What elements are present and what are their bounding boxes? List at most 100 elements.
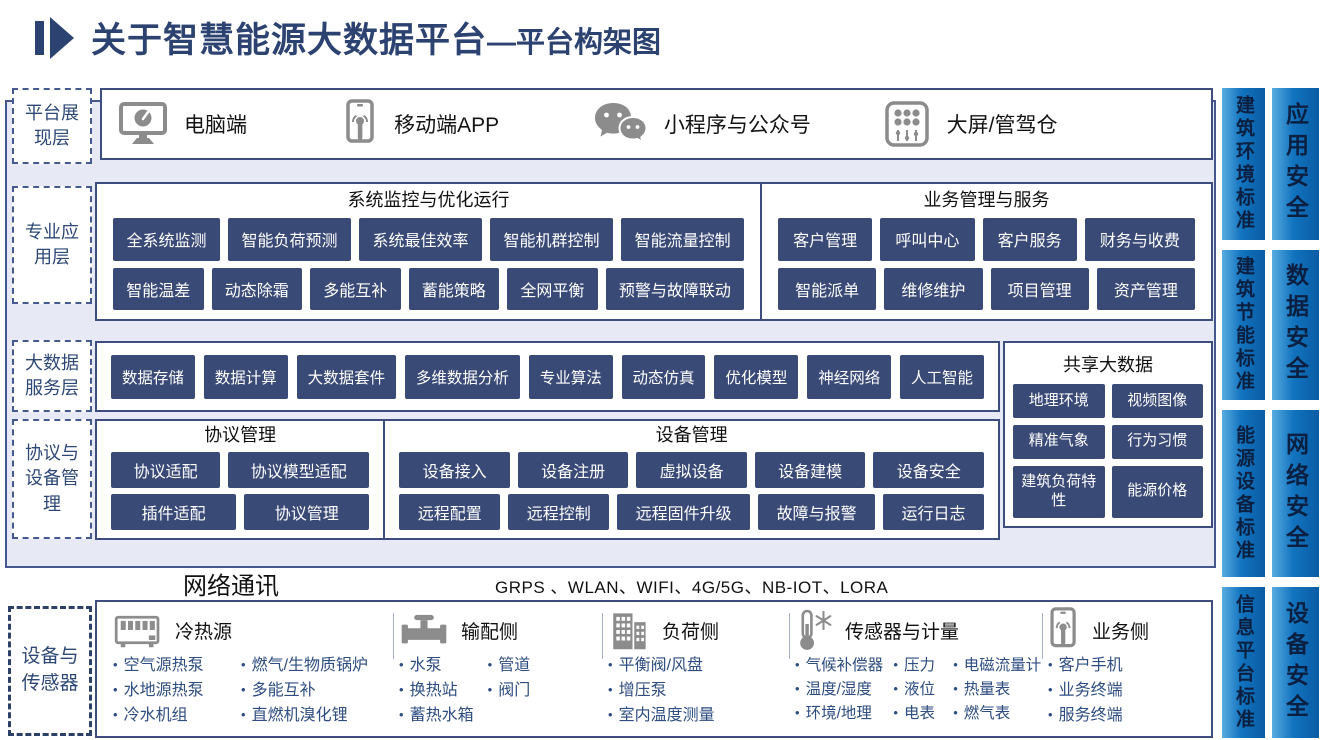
- app-button: 呼叫中心: [880, 218, 974, 261]
- device-item: 气候补偿器: [795, 654, 891, 678]
- device-item: 蓄热水箱: [399, 704, 486, 729]
- device-column-title: 负荷侧: [662, 617, 719, 644]
- device-item: 冷水机组: [113, 704, 239, 729]
- presentation-item-label: 小程序与公众号: [664, 109, 811, 139]
- protocol-row: 协议管理 协议适配 协议模型适配 插件适配 协议管理 设备管理 设备接入 设备注…: [95, 419, 1000, 540]
- shared-bigdata-button: 地理环境: [1013, 384, 1105, 418]
- presentation-item-label: 移动端APP: [394, 109, 499, 139]
- device-item: 燃气/生物质锅炉: [241, 654, 389, 679]
- network-protocols: GRPS 、WLAN、WIFI、4G/5G、NB-IOT、LORA: [495, 573, 888, 598]
- device-column-heat-source: 冷热源 空气源热泵 燃气/生物质锅炉 水地源热泵 多能互补 冷水机组 直燃机溴化…: [107, 607, 393, 732]
- slide-canvas: 关于智慧能源大数据平台—平台构架图 平台展现层 专业应用层 大数据服务层 协议与…: [0, 0, 1321, 740]
- terminal-icon: [1048, 607, 1080, 653]
- device-item: 环境/地理: [795, 702, 891, 726]
- security-bar: 网络安全: [1272, 410, 1319, 577]
- app-button: 全系统监测: [113, 218, 220, 261]
- app-button: 智能机群控制: [490, 218, 613, 261]
- shared-bigdata-title: 共享大数据: [1013, 347, 1203, 384]
- building-icon: [608, 609, 650, 651]
- shared-bigdata-box: 共享大数据 地理环境 视频图像 精准气象 行为习惯 建筑负荷特性 能源价格: [1003, 341, 1213, 528]
- presentation-item-label: 大屏/管驾仓: [947, 109, 1058, 139]
- bigdata-button: 数据存储: [111, 355, 195, 399]
- security-bar: 应用安全: [1272, 88, 1319, 240]
- wechat-icon: [592, 101, 648, 147]
- heat-source-icon: [113, 610, 163, 650]
- device-item: 服务终端: [1048, 704, 1201, 729]
- device-mgmt-button: 设备注册: [518, 452, 629, 488]
- device-mgmt-button: 远程配置: [399, 494, 500, 530]
- bigdata-row: 数据存储 数据计算 大数据套件 多维数据分析 专业算法 动态仿真 优化模型 神经…: [95, 341, 1000, 412]
- app-button: 多能互补: [310, 268, 401, 311]
- group-protocol-management: 协议管理 协议适配 协议模型适配 插件适配 协议管理: [97, 421, 385, 538]
- group-device-management: 设备管理 设备接入 设备注册 虚拟设备 设备建模 设备安全 远程配置 远程控制 …: [385, 421, 998, 538]
- monitor-icon: [118, 101, 168, 147]
- device-column-title: 输配侧: [461, 617, 518, 644]
- app-button: 财务与收费: [1085, 218, 1195, 261]
- shared-bigdata-button: 能源价格: [1112, 466, 1204, 519]
- devices-row: 冷热源 空气源热泵 燃气/生物质锅炉 水地源热泵 多能互补 冷水机组 直燃机溴化…: [95, 600, 1213, 738]
- device-column-load-side: 负荷侧 平衡阀/风盘 增压泵 室内温度测量: [602, 607, 789, 732]
- group-title: 协议管理: [111, 424, 369, 446]
- standards-bar: 信息平台标准: [1222, 587, 1265, 738]
- layer-label-protocol: 协议与设备管理: [12, 419, 92, 539]
- app-button: 蓄能策略: [409, 268, 500, 311]
- bigdata-button: 数据计算: [204, 355, 288, 399]
- bigdata-button: 多维数据分析: [405, 355, 520, 399]
- network-title: 网络通讯: [183, 566, 279, 601]
- device-item: 电磁流量计: [953, 654, 1040, 678]
- valve-icon: [399, 612, 449, 648]
- device-item: 阀门: [488, 679, 598, 704]
- presentation-item-wechat: 小程序与公众号: [592, 101, 883, 147]
- app-button: 系统最佳效率: [359, 218, 482, 261]
- layer-label-presentation: 平台展现层: [12, 88, 92, 164]
- app-button: 智能温差: [113, 268, 204, 311]
- protocol-button: 协议模型适配: [228, 452, 369, 488]
- device-item: 平衡阀/风盘: [608, 654, 783, 679]
- app-button: 智能负荷预测: [228, 218, 351, 261]
- application-row: 系统监控与优化运行 全系统监测 智能负荷预测 系统最佳效率 智能机群控制 智能流…: [95, 182, 1213, 321]
- shared-bigdata-button: 行为习惯: [1112, 425, 1204, 459]
- device-item: 液位: [893, 678, 951, 702]
- presentation-row: 电脑端 移动端APP: [100, 88, 1213, 160]
- security-bar: 设备安全: [1272, 587, 1319, 738]
- page-title: 关于智慧能源大数据平台—平台构架图: [91, 12, 661, 63]
- app-button: 预警与故障联动: [606, 268, 745, 311]
- app-button: 资产管理: [1097, 268, 1195, 311]
- shared-bigdata-button: 精准气象: [1013, 425, 1105, 459]
- app-button: 客户服务: [983, 218, 1077, 261]
- device-item: 直燃机溴化锂: [241, 704, 389, 729]
- group-system-monitoring: 系统监控与优化运行 全系统监测 智能负荷预测 系统最佳效率 智能机群控制 智能流…: [97, 184, 762, 319]
- bigdata-button: 神经网络: [807, 355, 891, 399]
- standards-bar: 建筑环境标准: [1222, 88, 1265, 240]
- page-title-sub: —平台构架图: [487, 27, 661, 59]
- device-mgmt-button: 远程控制: [508, 494, 609, 530]
- app-button: 智能派单: [778, 268, 876, 311]
- app-button: 项目管理: [991, 268, 1089, 311]
- device-mgmt-button: 虚拟设备: [636, 452, 747, 488]
- device-mgmt-button: 故障与报警: [758, 494, 875, 530]
- standards-bar: 能源设备标准: [1222, 410, 1265, 577]
- page-title-main: 关于智慧能源大数据平台: [91, 21, 487, 60]
- bigdata-button: 动态仿真: [622, 355, 706, 399]
- device-column-sensors: 传感器与计量 气候补偿器 压力 电磁流量计 温度/湿度 液位 热量表 环境/地理…: [789, 607, 1042, 732]
- shared-bigdata-button: 建筑负荷特性: [1013, 466, 1105, 519]
- device-item: 多能互补: [241, 679, 389, 704]
- app-button: 全网平衡: [507, 268, 598, 311]
- device-mgmt-button: 运行日志: [883, 494, 984, 530]
- layer-label-devices: 设备与传感器: [8, 606, 92, 736]
- mobile-icon: [344, 99, 378, 149]
- presentation-item-label: 电脑端: [184, 109, 247, 139]
- device-column-title: 传感器与计量: [845, 617, 959, 644]
- device-mgmt-button: 设备安全: [873, 452, 984, 488]
- device-column-title: 业务侧: [1092, 617, 1149, 644]
- device-item: 管道: [488, 654, 598, 679]
- device-mgmt-button: 设备建模: [755, 452, 866, 488]
- bigdata-button: 大数据套件: [297, 355, 396, 399]
- presentation-item-pc: 电脑端: [118, 101, 344, 147]
- device-column-business: 业务侧 客户手机 业务终端 服务终端: [1042, 607, 1207, 732]
- sensor-icon: [795, 608, 833, 652]
- group-title: 系统监控与优化运行: [113, 189, 744, 211]
- device-item: 室内温度测量: [608, 704, 783, 729]
- title-marker-icon: [33, 15, 77, 61]
- device-item: 空气源热泵: [113, 654, 239, 679]
